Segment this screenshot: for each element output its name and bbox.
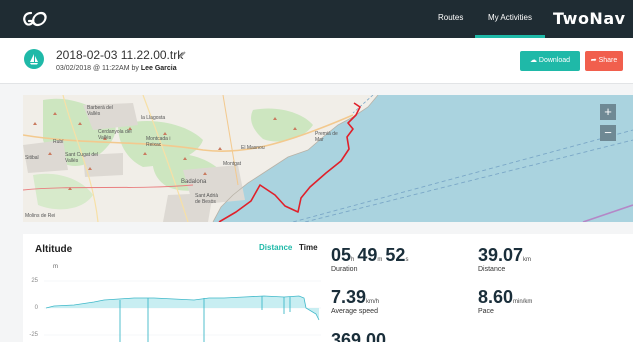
hours-unit: h <box>351 257 355 263</box>
share-button[interactable]: ➦ Share <box>585 51 623 71</box>
page: Routes My Activities TwoNav 2018-02-03 1… <box>0 0 633 342</box>
toggle-time[interactable]: Time <box>299 243 318 252</box>
map-label: Barberà del Vallès <box>87 105 113 117</box>
avg-speed-number: 7.39 <box>331 287 367 307</box>
distance-label: Distance <box>478 266 506 273</box>
avg-speed-label: Average speed <box>331 308 378 315</box>
distance-stat: 39.07km Distance <box>478 245 534 273</box>
share-label: Share <box>598 57 618 64</box>
altitude-title: Altitude <box>35 244 73 255</box>
nav-link-routes[interactable]: Routes <box>438 13 463 22</box>
next-stat-value: 369.00 <box>331 330 387 342</box>
distance-number: 39.07 <box>478 245 524 265</box>
map-label: Montgat <box>223 161 242 167</box>
avg-speed-value: 7.39km/h <box>331 287 382 308</box>
map-label: Montcada i Reixac <box>146 136 171 148</box>
avg-speed-stat: 7.39km/h Average speed <box>331 287 382 315</box>
route-map[interactable]: Barberà del Vallès la Llagosta Cerdanyol… <box>23 95 633 222</box>
duration-hours: 05 <box>331 245 352 265</box>
minutes-unit: m <box>377 257 383 263</box>
map-label: Sant Cugat del Vallès <box>65 152 99 164</box>
seconds-unit: s <box>405 257 409 263</box>
activity-file-name: 2018-02-03 11.22.00.trk <box>56 48 184 62</box>
altitude-chart[interactable] <box>44 262 321 342</box>
duration-label: Duration <box>331 266 358 273</box>
duration-minutes: 49 <box>357 245 378 265</box>
sailing-icon <box>24 49 44 69</box>
distance-unit: km <box>523 257 532 263</box>
logo-icon[interactable] <box>20 9 54 29</box>
y-tick: 25 <box>31 278 38 284</box>
avg-speed-unit: km/h <box>366 299 380 305</box>
map-label: Badalona <box>181 179 207 185</box>
distance-value: 39.07km <box>478 245 534 266</box>
top-nav: Routes My Activities TwoNav <box>0 0 633 38</box>
pace-value: 8.60min/km <box>478 287 535 308</box>
nav-link-label: My Activities <box>487 13 532 22</box>
pencil-icon[interactable] <box>178 50 187 59</box>
map-label: la Llagosta <box>141 115 166 121</box>
toggle-distance[interactable]: Distance <box>259 243 292 252</box>
share-icon: ➦ <box>590 57 597 64</box>
activity-meta: 03/02/2018 @ 11:22AM by Lee Garcia <box>56 65 177 72</box>
download-button[interactable]: ☁ Download <box>520 51 580 71</box>
map-label: Rubí <box>53 139 64 145</box>
pace-label: Pace <box>478 308 494 315</box>
download-label: Download <box>538 57 571 64</box>
duration-stat: 05h 49m 52s Duration <box>331 245 411 273</box>
zoom-in-button[interactable]: + <box>600 104 616 120</box>
activity-header: 2018-02-03 11.22.00.trk 03/02/2018 @ 11:… <box>0 38 633 84</box>
zoom-out-button[interactable]: − <box>600 125 616 141</box>
cloud-download-icon: ☁ <box>529 57 537 64</box>
y-tick: -25 <box>29 332 38 338</box>
map-place-labels: Barberà del Vallès la Llagosta Cerdanyol… <box>23 95 633 222</box>
pace-number: 8.60 <box>478 287 514 307</box>
y-tick: 0 <box>34 305 38 311</box>
map-label: El Masnou <box>241 145 265 151</box>
duration-value: 05h 49m 52s <box>331 245 411 266</box>
map-label: Molins de Rei <box>25 213 56 219</box>
map-label: Cerdanyola del Vallès <box>98 129 132 141</box>
activity-author[interactable]: Lee Garcia <box>141 65 177 72</box>
activity-date: 03/02/2018 @ 11:22AM by <box>56 65 139 72</box>
duration-seconds: 52 <box>385 245 406 265</box>
map-label: Sitibal <box>25 155 39 161</box>
pace-stat: 8.60min/km Pace <box>478 287 535 315</box>
map-label: Sant Adrià de Besòs <box>195 193 219 205</box>
nav-link-my-activities[interactable]: My Activities <box>475 0 545 38</box>
map-label: Premià de Mar <box>315 131 338 143</box>
pace-unit: min/km <box>513 299 533 305</box>
next-stat: 369.00 <box>331 330 386 342</box>
brand-logo[interactable]: TwoNav <box>553 9 626 28</box>
